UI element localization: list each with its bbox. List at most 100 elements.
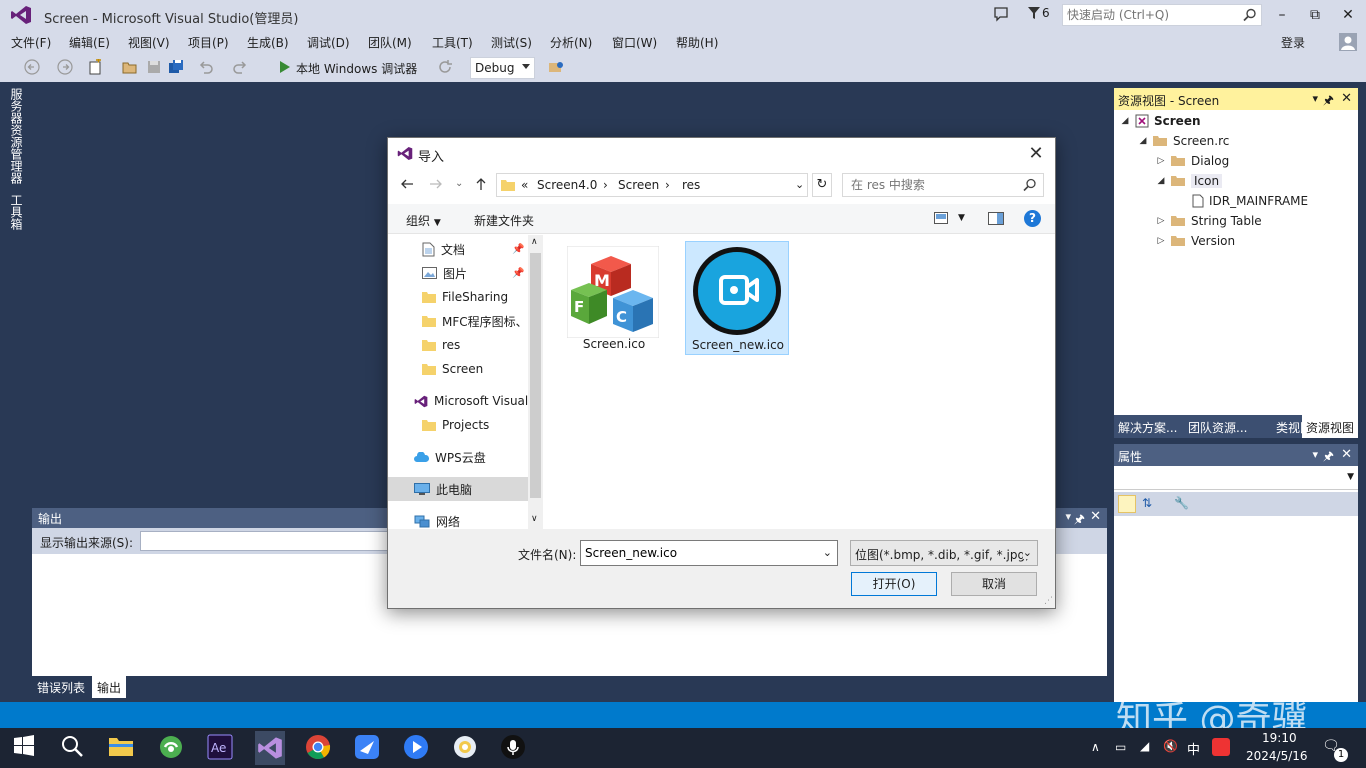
minimize-button[interactable]: – [1268, 4, 1296, 26]
video-player-icon[interactable] [403, 734, 431, 762]
feedback-icon[interactable] [993, 6, 1009, 22]
scrollbar-thumb[interactable] [530, 253, 541, 498]
help-icon[interactable]: ? [1024, 210, 1041, 227]
tree-node-idr-mainframe[interactable]: IDR_MAINFRAME [1192, 191, 1308, 211]
tree-node-dialog[interactable]: ▷ Dialog [1156, 151, 1230, 171]
close-icon[interactable]: ✕ [1341, 91, 1352, 106]
chrome-icon[interactable] [305, 734, 333, 762]
after-effects-icon[interactable]: Ae [207, 734, 235, 762]
breadcrumb-res[interactable]: res [682, 178, 700, 192]
tree-node-version[interactable]: ▷ Version [1156, 231, 1236, 251]
up-arrow-icon[interactable] [474, 177, 488, 191]
change-view-icon[interactable] [934, 212, 948, 224]
filename-input[interactable] [581, 541, 811, 565]
battery-icon[interactable]: ▭ [1115, 740, 1126, 754]
menu-tools[interactable]: 工具(T) [432, 34, 473, 51]
nav-item-microsoft-visual[interactable]: Microsoft Visual [388, 389, 528, 413]
expand-triangle-icon[interactable]: ▷ [1156, 236, 1166, 246]
menu-test[interactable]: 测试(S) [491, 34, 532, 51]
chevron-down-icon[interactable]: ⌄ [823, 546, 832, 559]
new-project-icon[interactable] [88, 59, 106, 77]
tab-server-explorer[interactable]: 服务器资源管理器 [8, 88, 25, 184]
nav-item-documents[interactable]: 文档 📌 [388, 237, 528, 261]
menu-edit[interactable]: 编辑(E) [69, 34, 110, 51]
quick-launch-input[interactable] [1063, 5, 1233, 25]
nav-item-res[interactable]: res [388, 333, 528, 357]
dialog-close-button[interactable]: ✕ [1023, 141, 1049, 167]
menu-file[interactable]: 文件(F) [11, 34, 51, 51]
menu-debug[interactable]: 调试(D) [307, 34, 350, 51]
volume-muted-icon[interactable]: 🔇 [1163, 739, 1178, 753]
dropdown-arrow-icon[interactable]: ▾ [1312, 448, 1318, 461]
resize-grip-icon[interactable]: ⋰ [1044, 596, 1053, 606]
tree-node-icon[interactable]: ◢ Icon [1156, 171, 1223, 191]
visual-studio-task-icon[interactable] [255, 731, 285, 765]
cancel-button[interactable]: 取消 [951, 572, 1037, 596]
tab-toolbox[interactable]: 工具箱 [8, 194, 25, 230]
chevron-down-icon[interactable]: ⌄ [795, 178, 804, 191]
nav-item-projects[interactable]: Projects [388, 413, 528, 437]
tab-solution-explorer[interactable]: 解决方案... [1114, 415, 1184, 438]
maximize-button[interactable]: ⧉ [1301, 4, 1329, 26]
navigate-forward-icon[interactable] [57, 59, 75, 77]
pin-icon[interactable]: 🖈 [1323, 91, 1334, 112]
breadcrumb-separator[interactable]: › [665, 178, 670, 192]
close-icon[interactable]: ✕ [1090, 509, 1101, 524]
navigation-scrollbar[interactable]: ∧ ∨ [528, 235, 543, 529]
tab-error-list[interactable]: 错误列表 [32, 676, 90, 698]
folder-search-input[interactable] [843, 174, 1013, 196]
sogou-input-icon[interactable] [1212, 738, 1230, 756]
expand-triangle-icon[interactable]: ▷ [1156, 156, 1166, 166]
address-bar[interactable]: « Screen4.0 › Screen › res ⌄ [496, 173, 808, 197]
start-debugging-icon[interactable] [277, 59, 295, 77]
file-type-filter-select[interactable]: 位图(*.bmp, *.dib, *.gif, *.jpg, ⌄ [850, 540, 1038, 566]
menu-view[interactable]: 视图(V) [128, 34, 170, 51]
menu-help[interactable]: 帮助(H) [676, 34, 718, 51]
undo-icon[interactable] [198, 59, 216, 77]
show-hidden-icons-chevron-icon[interactable]: ∧ [1091, 740, 1100, 754]
dropdown-arrow-icon[interactable]: ▾ [1312, 92, 1318, 105]
close-icon[interactable]: ✕ [1341, 447, 1352, 462]
navigate-back-icon[interactable] [24, 59, 42, 77]
tab-team-explorer[interactable]: 团队资源... [1184, 415, 1272, 438]
nav-item-screen[interactable]: Screen [388, 357, 528, 381]
refresh-icon[interactable] [437, 59, 455, 77]
tree-node-project[interactable]: ◢ Screen [1120, 111, 1201, 131]
save-icon[interactable] [146, 59, 164, 77]
clock-date[interactable]: 2024/5/16 [1246, 749, 1308, 763]
pin-icon[interactable]: 📌 [512, 244, 524, 255]
solution-configuration-select[interactable]: Debug [470, 57, 535, 79]
file-item-selected[interactable]: Screen_new.ico [685, 241, 789, 355]
open-button[interactable]: 打开(O) [851, 572, 937, 596]
breadcrumb-overflow[interactable]: « [521, 178, 528, 192]
nav-item-mfc-icons[interactable]: MFC程序图标、 [388, 309, 528, 333]
notifications-filter-icon[interactable] [1028, 7, 1040, 20]
scroll-down-icon[interactable]: ∨ [531, 514, 538, 524]
tree-node-rc-file[interactable]: ◢ Screen.rc [1138, 131, 1230, 151]
filename-combobox[interactable]: ⌄ [580, 540, 838, 566]
menu-window[interactable]: 窗口(W) [612, 34, 657, 51]
menu-analyze[interactable]: 分析(N) [550, 34, 592, 51]
categorized-icon[interactable] [1118, 495, 1136, 513]
collapse-triangle-icon[interactable]: ◢ [1138, 136, 1148, 146]
organize-button[interactable]: 组织 ▼ [406, 212, 441, 229]
nav-item-pictures[interactable]: 图片 📌 [388, 261, 528, 285]
nav-item-this-pc[interactable]: 此电脑 [388, 477, 528, 501]
feishu-icon[interactable] [354, 734, 382, 762]
find-in-files-icon[interactable] [548, 59, 566, 77]
chevron-down-icon[interactable]: ▼ [958, 213, 965, 223]
nav-item-wps-cloud[interactable]: WPS云盘 [388, 445, 528, 469]
microphone-icon[interactable] [500, 734, 528, 762]
debug-target-label[interactable]: 本地 Windows 调试器 [296, 60, 417, 77]
tab-output[interactable]: 输出 [92, 676, 127, 698]
file-item[interactable]: M F C Screen.ico [562, 241, 666, 355]
nav-item-filesharing[interactable]: FileSharing [388, 285, 528, 309]
new-folder-button[interactable]: 新建文件夹 [474, 212, 534, 229]
menu-project[interactable]: 项目(P) [188, 34, 229, 51]
output-source-select[interactable] [140, 531, 390, 551]
preview-pane-icon[interactable] [988, 212, 1004, 225]
alphabetical-icon[interactable]: ⇅ [1142, 496, 1152, 510]
refresh-icon[interactable]: ↻ [812, 173, 832, 197]
property-pages-icon[interactable]: 🔧 [1174, 496, 1189, 510]
folder-search-box[interactable] [842, 173, 1044, 197]
